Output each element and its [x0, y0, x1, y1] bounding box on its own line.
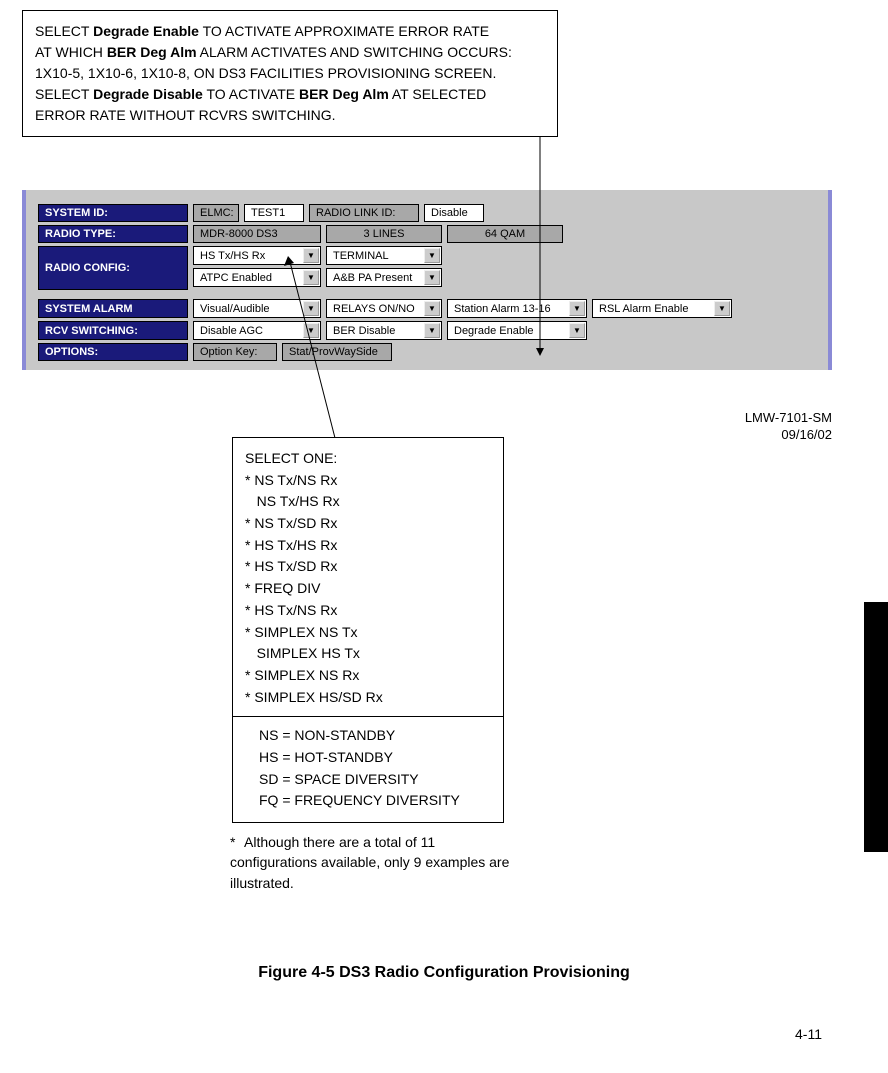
config-panel: SYSTEM ID: ELMC: TEST1 RADIO LINK ID: Di… — [22, 190, 832, 370]
select-cfg-txrx[interactable]: HS Tx/HS Rx▼ — [193, 246, 321, 265]
select-cfg-terminal[interactable]: TERMINAL▼ — [326, 246, 442, 265]
text: ALARM ACTIVATES AND SWITCHING OCCURS: — [197, 44, 512, 60]
footnote: *Although there are a total of 11 config… — [230, 832, 510, 893]
label-elmc: ELMC: — [193, 204, 239, 222]
list-item: * HS Tx/NS Rx — [245, 600, 491, 622]
field-radio-type-2: 3 LINES — [326, 225, 442, 243]
chevron-down-icon[interactable]: ▼ — [424, 248, 440, 263]
field-radio-type-3: 64 QAM — [447, 225, 563, 243]
field-elmc[interactable]: TEST1 — [244, 204, 304, 222]
select-cfg-atpc[interactable]: ATPC Enabled▼ — [193, 268, 321, 287]
definition: FQ = FREQUENCY DIVERSITY — [245, 790, 491, 812]
list-item: * SIMPLEX NS Tx — [245, 622, 491, 644]
list-item: * HS Tx/HS Rx — [245, 535, 491, 557]
chevron-down-icon[interactable]: ▼ — [303, 323, 319, 338]
label-system-alarm: SYSTEM ALARM — [38, 299, 188, 318]
callout-title: SELECT ONE: — [245, 448, 491, 470]
text: ERROR RATE WITHOUT RCVRS SWITCHING. — [35, 107, 335, 123]
callout-select-one: SELECT ONE: * NS Tx/NS Rx NS Tx/HS Rx * … — [232, 437, 504, 823]
select-cfg-pa[interactable]: A&B PA Present▼ — [326, 268, 442, 287]
label-options: OPTIONS: — [38, 343, 188, 361]
chevron-down-icon[interactable]: ▼ — [303, 270, 319, 285]
chevron-down-icon[interactable]: ▼ — [303, 301, 319, 316]
chevron-down-icon[interactable]: ▼ — [569, 323, 585, 338]
text-bold: Degrade Enable — [93, 23, 199, 39]
text: AT WHICH — [35, 44, 107, 60]
text: SELECT — [35, 86, 93, 102]
text-bold: BER Deg Alm — [107, 44, 197, 60]
label-system-id: SYSTEM ID: — [38, 204, 188, 222]
field-radio-link-id[interactable]: Disable — [424, 204, 484, 222]
text: TO ACTIVATE — [203, 86, 299, 102]
chevron-down-icon[interactable]: ▼ — [424, 270, 440, 285]
list-item: * NS Tx/NS Rx — [245, 470, 491, 492]
text-bold: BER Deg Alm — [299, 86, 389, 102]
select-rcv-degrade[interactable]: Degrade Enable▼ — [447, 321, 587, 340]
list-item: SIMPLEX HS Tx — [245, 643, 491, 665]
chevron-down-icon[interactable]: ▼ — [424, 301, 440, 316]
doc-stamp: LMW-7101-SM 09/16/02 — [745, 410, 832, 444]
text: AT SELECTED — [389, 86, 487, 102]
field-option-key: Stat/ProvWaySide — [282, 343, 392, 361]
callout-degrade: SELECT Degrade Enable TO ACTIVATE APPROX… — [22, 10, 558, 137]
chevron-down-icon[interactable]: ▼ — [569, 301, 585, 316]
page-number: 4-11 — [795, 1026, 822, 1042]
definition: HS = HOT-STANDBY — [245, 747, 491, 769]
definition: SD = SPACE DIVERSITY — [245, 769, 491, 791]
definition: NS = NON-STANDBY — [245, 725, 491, 747]
select-alarm-relays[interactable]: RELAYS ON/NO▼ — [326, 299, 442, 318]
text-bold: Degrade Disable — [93, 86, 203, 102]
section-tab — [864, 602, 888, 852]
select-rcv-ber[interactable]: BER Disable▼ — [326, 321, 442, 340]
list-item: * FREQ DIV — [245, 578, 491, 600]
list-item: NS Tx/HS Rx — [245, 491, 491, 513]
field-radio-type-1: MDR-8000 DS3 — [193, 225, 321, 243]
select-rcv-agc[interactable]: Disable AGC▼ — [193, 321, 321, 340]
label-radio-link-id: RADIO LINK ID: — [309, 204, 419, 222]
list-item: * HS Tx/SD Rx — [245, 556, 491, 578]
label-radio-config: RADIO CONFIG: — [38, 246, 188, 290]
text: SELECT — [35, 23, 93, 39]
label-option-key: Option Key: — [193, 343, 277, 361]
chevron-down-icon[interactable]: ▼ — [714, 301, 730, 316]
list-item: * SIMPLEX HS/SD Rx — [245, 687, 491, 709]
select-alarm-station[interactable]: Station Alarm 13-16▼ — [447, 299, 587, 318]
chevron-down-icon[interactable]: ▼ — [424, 323, 440, 338]
label-radio-type: RADIO TYPE: — [38, 225, 188, 243]
list-item: * SIMPLEX NS Rx — [245, 665, 491, 687]
label-rcv-switching: RCV SWITCHING: — [38, 321, 188, 340]
text: 1X10-5, 1X10-6, 1X10-8, ON DS3 FACILITIE… — [35, 65, 496, 81]
chevron-down-icon[interactable]: ▼ — [303, 248, 319, 263]
figure-caption: Figure 4-5 DS3 Radio Configuration Provi… — [0, 964, 888, 982]
text: TO ACTIVATE APPROXIMATE ERROR RATE — [199, 23, 489, 39]
select-alarm-rsl[interactable]: RSL Alarm Enable▼ — [592, 299, 732, 318]
list-item: * NS Tx/SD Rx — [245, 513, 491, 535]
select-alarm-visual[interactable]: Visual/Audible▼ — [193, 299, 321, 318]
